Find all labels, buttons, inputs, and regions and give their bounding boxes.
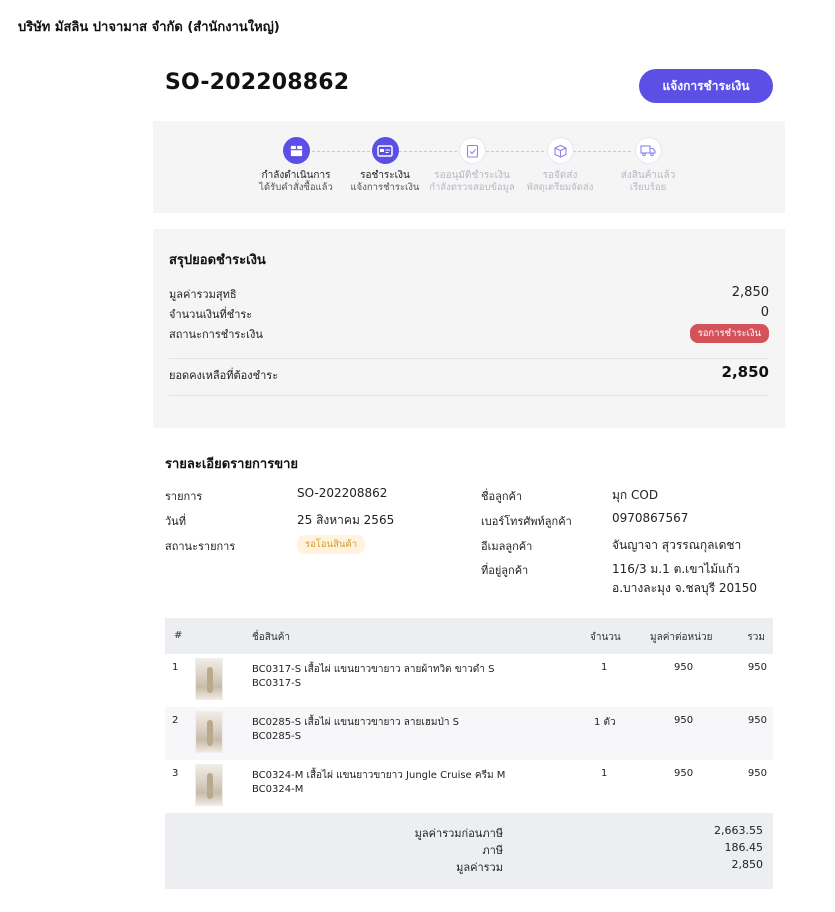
- summary-title: สรุปยอดชำระเงิน: [169, 253, 266, 268]
- step-title: รออนุมัติชำระเงิน: [434, 170, 510, 181]
- product-name: BC0317-S เสื้อไผ่ แขนยาวขายาว ลายผ้าทวิต…: [252, 664, 495, 675]
- row-qty: 1 ตัว: [594, 717, 616, 728]
- net-total-label: มูลค่ารวมสุทธิ: [169, 288, 237, 301]
- payment-status-label: สถานะการชำระเงิน: [169, 328, 263, 341]
- product-name: BC0285-S เสื้อไผ่ แขนยาวขายาว ลายเฮมป่า …: [252, 717, 459, 728]
- date-label: วันที่: [165, 515, 186, 528]
- order-number-title: SO-202208862: [165, 70, 350, 95]
- step-payment-approval: รออนุมัติชำระเงิน กำลังตรวจสอบข้อมูล: [422, 137, 522, 194]
- subtotal-value: 2,663.55: [714, 824, 763, 837]
- table-header: # ชื่อสินค้า จำนวน มูลค่าต่อหน่วย รวม: [165, 618, 773, 654]
- row-number: 1: [172, 662, 179, 673]
- step-title: รอจัดส่ง: [542, 170, 578, 181]
- customer-address-label: ที่อยู่ลูกค้า: [481, 564, 529, 577]
- customer-address-line2: อ.บางละมุง จ.ชลบุรี 20150: [612, 581, 758, 595]
- step-title: กำลังดำเนินการ: [261, 170, 331, 181]
- row-total: 950: [747, 662, 767, 673]
- customer-email-label: อีเมลลูกค้า: [481, 540, 533, 553]
- paid-amount-value: 0: [760, 305, 769, 320]
- product-sku: BC0285-S: [252, 731, 302, 742]
- col-header-unit-price: มูลค่าต่อหน่วย: [650, 632, 713, 643]
- balance-label: ยอดคงเหลือที่ต้องชำระ: [169, 369, 279, 382]
- box-icon: [282, 137, 310, 164]
- row-unit-price: 950: [674, 715, 694, 726]
- payment-card-icon: [371, 137, 399, 164]
- product-thumbnail: [195, 711, 223, 753]
- truck-icon: [634, 137, 662, 164]
- row-unit-price: 950: [674, 768, 694, 779]
- product-sku: BC0317-S: [252, 678, 302, 689]
- order-status-badge: รอโอนสินค้า: [297, 535, 366, 554]
- order-progress-tracker: กำลังดำเนินการ ได้รับคำสั่งซื้อแล้ว รอชำ…: [153, 121, 785, 213]
- product-sku: BC0324-M: [252, 784, 304, 795]
- clipboard-check-icon: [458, 137, 486, 164]
- paid-amount-label: จำนวนเงินที่ชำระ: [169, 308, 253, 321]
- col-header-name: ชื่อสินค้า: [252, 632, 291, 643]
- balance-value: 2,850: [721, 363, 769, 381]
- notify-payment-button[interactable]: แจ้งการชำระเงิน: [639, 69, 773, 103]
- table-footer-totals: มูลค่ารวมก่อนภาษี 2,663.55 ภาษี 186.45 ม…: [165, 813, 773, 889]
- row-qty: 1: [601, 768, 608, 779]
- net-total-value: 2,850: [731, 285, 769, 300]
- row-number: 2: [172, 715, 179, 726]
- row-total: 950: [747, 768, 767, 779]
- customer-address-line1: 116/3 ม.1 ต.เขาไม้แก้ว: [612, 562, 740, 576]
- product-thumbnail: [195, 658, 223, 700]
- step-shipped: ส่งสินค้าแล้ว เรียบร้อย: [598, 137, 698, 194]
- table-row: 2 BC0285-S เสื้อไผ่ แขนยาวขายาว ลายเฮมป่…: [165, 707, 773, 760]
- product-name: BC0324-M เสื้อไผ่ แขนยาวขายาว Jungle Cru…: [252, 770, 506, 781]
- step-awaiting-payment: รอชำระเงิน แจ้งการชำระเงิน: [335, 137, 435, 194]
- product-thumbnail: [195, 764, 223, 806]
- sale-details-title: รายละเอียดรายการขาย: [165, 457, 299, 472]
- step-subtitle: ได้รับคำสั่งซื้อแล้ว: [259, 182, 333, 193]
- payment-status-row: สถานะการชำระเงิน รอการชำระเงิน: [169, 324, 769, 343]
- col-header-total: รวม: [747, 632, 765, 643]
- subtotal-label: มูลค่ารวมก่อนภาษี: [414, 827, 503, 840]
- paid-amount-row: จำนวนเงินที่ชำระ 0: [169, 305, 769, 323]
- customer-phone-label: เบอร์โทรศัพท์ลูกค้า: [481, 515, 572, 528]
- divider: [169, 358, 769, 359]
- order-status-label: สถานะรายการ: [165, 540, 236, 553]
- row-number: 3: [172, 768, 179, 779]
- table-row: 3 BC0324-M เสื้อไผ่ แขนยาวขายาว Jungle C…: [165, 760, 773, 813]
- table-row: 1 BC0317-S เสื้อไผ่ แขนยาวขายาว ลายผ้าทว…: [165, 654, 773, 707]
- payment-status-badge: รอการชำระเงิน: [689, 324, 769, 343]
- col-header-qty: จำนวน: [590, 632, 621, 643]
- step-subtitle: กำลังตรวจสอบข้อมูล: [429, 182, 515, 193]
- step-processing: กำลังดำเนินการ ได้รับคำสั่งซื้อแล้ว: [246, 137, 346, 194]
- step-title: รอชำระเงิน: [360, 170, 410, 181]
- step-subtitle: แจ้งการชำระเงิน: [350, 182, 420, 193]
- net-total-row: มูลค่ารวมสุทธิ 2,850: [169, 285, 769, 303]
- items-table: # ชื่อสินค้า จำนวน มูลค่าต่อหน่วย รวม 1 …: [165, 618, 773, 889]
- step-awaiting-shipment: รอจัดส่ง พัสดุเตรียมจัดส่ง: [510, 137, 610, 194]
- divider: [169, 395, 769, 396]
- item-label: รายการ: [165, 490, 203, 503]
- item-value: SO-202208862: [297, 486, 388, 500]
- step-title: ส่งสินค้าแล้ว: [620, 170, 676, 181]
- date-value: 25 สิงหาคม 2565: [297, 513, 395, 527]
- payment-summary: สรุปยอดชำระเงิน มูลค่ารวมสุทธิ 2,850 จำน…: [153, 229, 785, 428]
- step-subtitle: พัสดุเตรียมจัดส่ง: [526, 182, 594, 193]
- company-name: บริษัท มัสลิน ปาจามาส จำกัด (สำนักงานใหญ…: [18, 20, 280, 35]
- customer-email-value: จันญาจา สุวรรณกุลเดชา: [612, 538, 742, 552]
- customer-phone-value: 0970867567: [612, 511, 689, 525]
- balance-row: ยอดคงเหลือที่ต้องชำระ 2,850: [169, 363, 769, 384]
- row-qty: 1: [601, 662, 608, 673]
- row-unit-price: 950: [674, 662, 694, 673]
- col-header-number: #: [174, 630, 183, 641]
- grand-total-label: มูลค่ารวม: [456, 861, 503, 874]
- customer-name-label: ชื่อลูกค้า: [481, 490, 523, 503]
- step-subtitle: เรียบร้อย: [629, 182, 667, 193]
- row-total: 950: [747, 715, 767, 726]
- customer-name-value: มุก COD: [612, 488, 659, 502]
- grand-total-value: 2,850: [731, 858, 764, 871]
- tax-label: ภาษี: [482, 844, 503, 857]
- package-icon: [546, 137, 574, 164]
- tax-value: 186.45: [724, 841, 764, 854]
